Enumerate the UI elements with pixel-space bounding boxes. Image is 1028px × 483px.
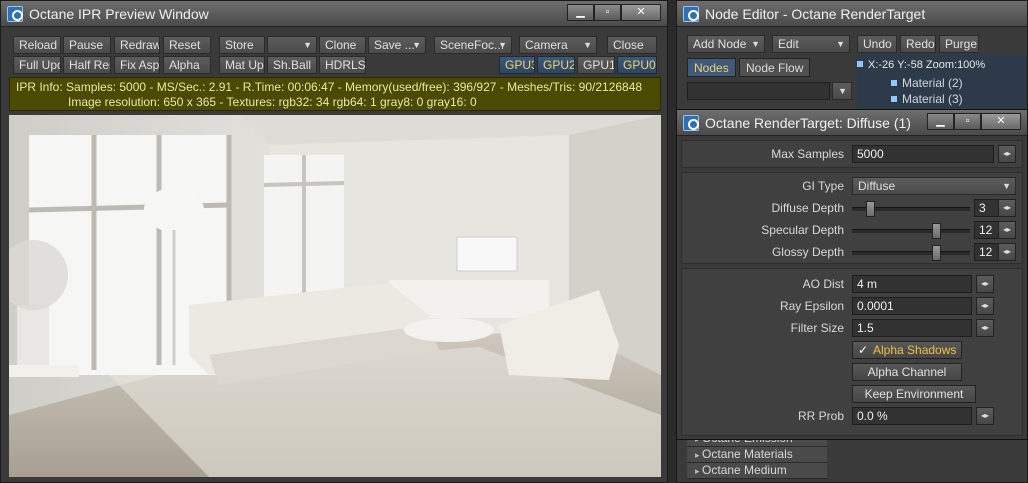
undo-button[interactable]: Undo	[857, 35, 897, 53]
filter-size-stepper[interactable]: ◂▸	[976, 319, 994, 337]
render-target-title: Octane RenderTarget: Diffuse (1)	[705, 115, 911, 131]
gpu2-toggle[interactable]: GPU2	[537, 56, 575, 74]
keep-environment-checkbox[interactable]: Keep Environment	[852, 385, 976, 403]
diffuse-depth-knob[interactable]	[866, 201, 875, 217]
render-target-titlebar[interactable]: Octane RenderTarget: Diffuse (1) ▁ ▫ ✕	[677, 110, 1027, 136]
save-dropdown[interactable]: Save ...	[368, 36, 426, 54]
ray-epsilon-stepper[interactable]: ◂▸	[976, 297, 994, 315]
gi-panel: GI Type Diffuse Diffuse Depth 3 ◂▸ Specu…	[681, 172, 1023, 264]
rendered-living-room-image	[9, 115, 661, 477]
alpha-shadows-checkbox[interactable]: ✓ Alpha Shadows	[852, 341, 962, 359]
alpha-channel-checkbox[interactable]: Alpha Channel	[852, 363, 962, 381]
octane-app-icon	[683, 115, 699, 131]
canvas-zoom-readout: X:-26 Y:-58 Zoom:100%	[857, 59, 985, 71]
gi-type-label: GI Type	[802, 179, 844, 193]
ao-dist-stepper[interactable]: ◂▸	[976, 275, 994, 293]
full-update-button[interactable]: Full Upd.	[13, 56, 61, 74]
minimize-icon[interactable]: ▁	[567, 4, 594, 21]
ray-epsilon-label: Ray Epsilon	[779, 299, 844, 313]
close-button[interactable]: Close	[607, 36, 657, 54]
ray-settings-panel: AO Dist 4 m ◂▸ Ray Epsilon 0.0001 ◂▸ Fil…	[681, 268, 1023, 436]
filter-size-label: Filter Size	[790, 321, 844, 335]
ipr-titlebar[interactable]: Octane IPR Preview Window ▁ ▫ ✕	[1, 1, 667, 27]
octane-app-icon	[7, 6, 23, 22]
specular-depth-stepper[interactable]: ◂▸	[998, 221, 1016, 239]
tab-node-flow[interactable]: Node Flow	[739, 58, 811, 77]
max-samples-stepper[interactable]: ◂▸	[998, 145, 1016, 163]
ipr-info-line1: IPR Info: Samples: 5000 - MS/Sec.: 2.91 …	[16, 80, 643, 94]
clone-button[interactable]: Clone	[319, 36, 366, 54]
alpha-shadows-label: Alpha Shadows	[873, 343, 957, 357]
maximize-icon[interactable]: ▫	[594, 4, 621, 21]
diffuse-depth-slider[interactable]	[852, 201, 970, 217]
rr-prob-field[interactable]: 0.0 %	[852, 407, 972, 425]
material-update-button[interactable]: Mat Upd	[219, 56, 265, 74]
checkmark-icon: ✓	[857, 343, 869, 357]
ao-dist-label: AO Dist	[802, 277, 844, 291]
ipr-preview-window: Octane IPR Preview Window ▁ ▫ ✕ Reload P…	[0, 0, 668, 483]
store-slot-dropdown[interactable]	[267, 36, 317, 54]
glossy-depth-label: Glossy Depth	[771, 245, 844, 259]
glossy-depth-knob[interactable]	[932, 245, 941, 261]
rr-prob-label: RR Prob	[797, 409, 844, 423]
filter-size-field[interactable]: 1.5	[852, 319, 972, 337]
ao-dist-field[interactable]: 4 m	[852, 275, 972, 293]
reset-button[interactable]: Reset	[163, 36, 211, 54]
alpha-button[interactable]: Alpha	[163, 56, 211, 74]
glossy-depth-slider[interactable]	[852, 245, 970, 261]
half-res-button[interactable]: Half Res	[63, 56, 111, 74]
node-editor-titlebar[interactable]: Node Editor - Octane RenderTarget	[677, 1, 1027, 27]
close-icon[interactable]: ✕	[621, 4, 661, 21]
specular-depth-knob[interactable]	[932, 223, 941, 239]
diffuse-depth-stepper[interactable]: ◂▸	[998, 199, 1016, 217]
fix-aspect-button[interactable]: Fix Asp.	[114, 56, 160, 74]
hdrls-button[interactable]: HDRLS	[319, 56, 366, 74]
gpu1-toggle[interactable]: GPU1	[577, 56, 615, 74]
glossy-depth-stepper[interactable]: ◂▸	[998, 243, 1016, 261]
gpu0-toggle[interactable]: GPU0	[617, 56, 657, 74]
maximize-icon[interactable]: ▫	[954, 113, 981, 130]
add-node-dropdown[interactable]: Add Node	[687, 35, 765, 53]
purge-button[interactable]: Purge	[939, 35, 979, 53]
close-icon[interactable]: ✕	[981, 113, 1021, 130]
node-list-dropdown[interactable]	[832, 82, 852, 100]
octane-app-icon	[683, 6, 699, 22]
ipr-window-title: Octane IPR Preview Window	[29, 6, 209, 22]
specular-depth-label: Specular Depth	[761, 223, 844, 237]
rr-prob-stepper[interactable]: ◂▸	[976, 407, 994, 425]
max-samples-field[interactable]: 5000	[852, 145, 994, 163]
node-editor-title: Node Editor - Octane RenderTarget	[705, 6, 926, 22]
store-button[interactable]: Store	[219, 36, 265, 54]
gi-type-dropdown[interactable]: Diffuse	[852, 177, 1016, 195]
node-material-3[interactable]: Material (3)	[891, 92, 963, 106]
samples-panel: Max Samples 5000 ◂▸	[681, 140, 1023, 168]
ipr-info-line2: Image resolution: 650 x 365 - Textures: …	[68, 95, 477, 109]
scene-focus-dropdown[interactable]: SceneFoc...	[434, 36, 512, 54]
redo-button[interactable]: Redo	[900, 35, 936, 53]
max-samples-label: Max Samples	[771, 147, 844, 161]
pause-button[interactable]: Pause	[63, 36, 111, 54]
gpu3-toggle[interactable]: GPU3	[499, 56, 535, 74]
render-target-dialog: Octane RenderTarget: Diffuse (1) ▁ ▫ ✕ M…	[676, 109, 1028, 440]
reload-button[interactable]: Reload	[13, 36, 61, 54]
edit-dropdown[interactable]: Edit	[772, 35, 850, 53]
shader-ball-button[interactable]: Sh.Ball	[267, 56, 317, 74]
category-octane-materials[interactable]: Octane Materials	[687, 447, 827, 463]
category-octane-medium[interactable]: Octane Medium	[687, 463, 827, 479]
minimize-icon[interactable]: ▁	[927, 113, 954, 130]
redraw-button[interactable]: Redraw	[114, 36, 160, 54]
diffuse-depth-label: Diffuse Depth	[771, 201, 845, 215]
ray-epsilon-field[interactable]: 0.0001	[852, 297, 972, 315]
tab-nodes[interactable]: Nodes	[687, 58, 736, 77]
node-material-2[interactable]: Material (2)	[891, 76, 963, 90]
camera-dropdown[interactable]: Camera	[519, 36, 597, 54]
node-search-field[interactable]	[687, 82, 830, 100]
specular-depth-slider[interactable]	[852, 223, 970, 239]
node-canvas[interactable]: X:-26 Y:-58 Zoom:100% Material (2) Mater…	[857, 55, 1027, 115]
render-viewport[interactable]	[9, 115, 661, 477]
ipr-info-bar: IPR Info: Samples: 5000 - MS/Sec.: 2.91 …	[9, 77, 661, 111]
